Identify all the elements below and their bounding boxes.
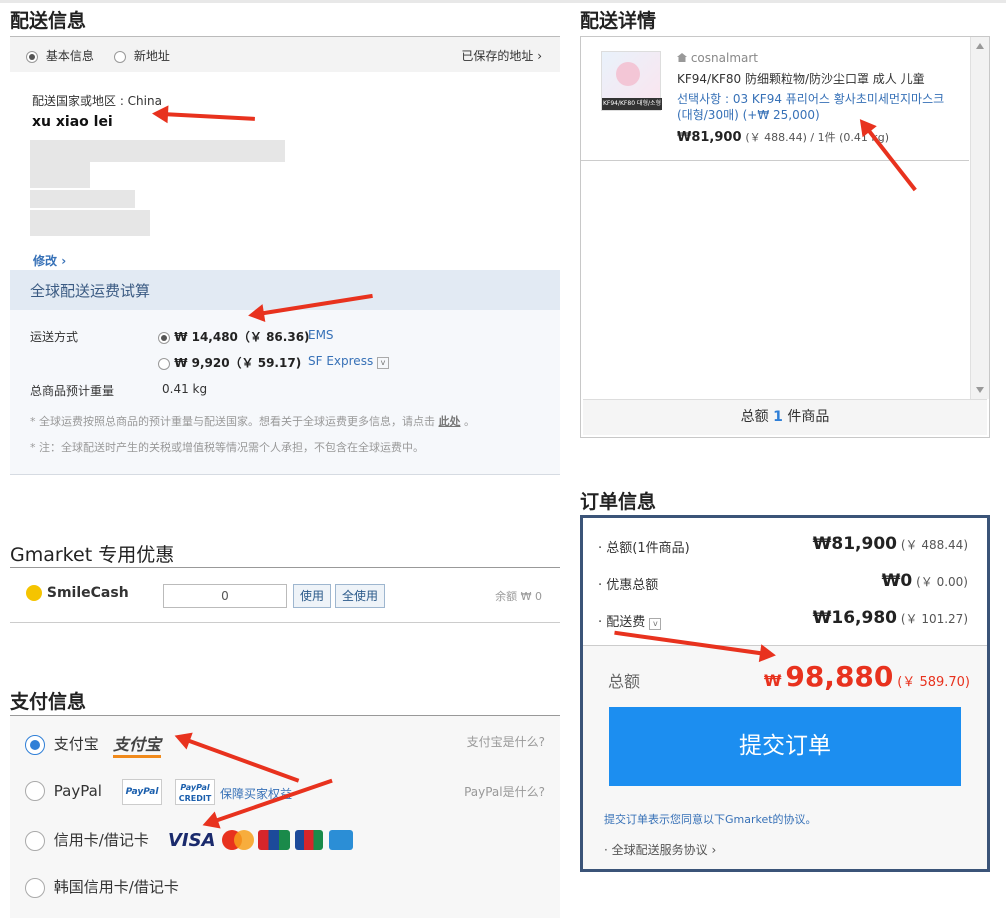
tab-basic-info[interactable]: 基本信息	[26, 47, 94, 64]
use-button[interactable]: 使用	[293, 584, 332, 608]
order-title: 订单信息	[580, 491, 657, 513]
visa-icon: VISA	[168, 830, 216, 851]
radio-korea-card[interactable]	[25, 877, 45, 898]
weight-value: 0.41 kg	[162, 382, 208, 396]
seller-link[interactable]: cosnalmart	[677, 51, 758, 65]
discount-title: Gmarket 专用优惠	[10, 544, 175, 566]
smile-icon	[26, 585, 42, 601]
discount-total-label: · 优惠总额	[598, 578, 659, 593]
mastercard-icon	[222, 830, 254, 850]
blurred-address-4	[30, 210, 150, 236]
detail-item-divider	[581, 160, 969, 161]
discount-divider-top	[10, 567, 560, 568]
discount-total-value: ₩0 (￥ 0.00)	[881, 571, 968, 591]
grand-total-value: ₩ 98,880 (￥ 589.70)	[763, 660, 970, 693]
jcb-icon	[295, 830, 323, 850]
grand-total-label: 总额	[608, 672, 641, 691]
unionpay-icon	[258, 830, 290, 850]
scroll-up-icon[interactable]	[976, 43, 984, 49]
agreement-text[interactable]: 提交订单表示您同意以下Gmarket的协议。	[604, 811, 817, 827]
radio-sf[interactable]	[158, 357, 170, 370]
pay-option-korea-card[interactable]: 韩国信用卡/借记卡	[25, 876, 179, 898]
blurred-address-3	[30, 190, 135, 208]
option-ems[interactable]: ₩ 14,480（￥ 86.36)	[158, 328, 310, 345]
edit-link[interactable]: 修改 ›	[33, 252, 66, 269]
subtotal-row-value: ₩81,900 (￥ 488.44)	[812, 534, 968, 554]
method-label: 运送方式	[30, 330, 79, 344]
annotation-arrow-country	[161, 112, 255, 121]
service-agreement-link[interactable]: · 全球配送服务协议 ›	[604, 841, 716, 858]
smilecash-balance: 余额 ₩ 0	[495, 590, 542, 603]
smilecash-input[interactable]: 0	[163, 584, 287, 608]
carrier-sf[interactable]: SF Express v	[308, 354, 390, 369]
product-price: ₩81,900	[677, 130, 742, 145]
subtotal-label: · 总额(1件商品)	[598, 541, 690, 556]
shipping-note-2: * 注：全球配送时产生的关税或增值税等情况需个人承担，不包含在全球运费中。	[30, 441, 424, 454]
option-line-1: 선택사항 : 03 KF94 퓨리어스 황사초미세먼지마스크	[677, 92, 945, 106]
radio-alipay[interactable]	[25, 734, 45, 755]
blurred-address-1	[30, 140, 285, 162]
detail-title: 配送详情	[580, 10, 657, 32]
shipping-note-1: * 全球运费按照总商品的预计重量与配送国家。想看关于全球运费更多信息，请点击 此…	[30, 415, 475, 428]
chevron-down-icon[interactable]: v	[377, 357, 390, 369]
detail-total: 总额 1 件商品	[583, 399, 987, 435]
pay-option-alipay[interactable]: 支付宝	[25, 733, 99, 755]
shop-icon	[677, 53, 687, 62]
pay-option-card[interactable]: 信用卡/借记卡	[25, 829, 149, 851]
here-link[interactable]: 此处	[439, 415, 461, 428]
shipping-calc-body: 运送方式 ₩ 14,480（￥ 86.36) EMS ₩ 9,920（￥ 59.…	[10, 310, 560, 475]
option-sf[interactable]: ₩ 9,920（￥ 59.17)	[158, 354, 301, 371]
paypal-logo: PayPal	[122, 779, 162, 805]
chevron-down-icon[interactable]: v	[649, 618, 662, 630]
shipping-fee-label: · 配送费 v	[598, 611, 662, 630]
tab-new-label: 新地址	[133, 49, 170, 63]
detail-box: KF94/KF80 대형/소형 cosnalmart KF94/KF80 防细颗…	[580, 36, 990, 438]
country-label: 配送国家或地区 : China	[32, 94, 162, 108]
discount-divider-bottom	[10, 622, 560, 623]
paypal-credit-logo: PayPal CREDIT	[175, 779, 215, 805]
radio-paypal[interactable]	[25, 781, 45, 801]
shipping-fee-value: ₩16,980 (￥ 101.27)	[812, 608, 968, 628]
alipay-logo: 支付宝	[113, 731, 162, 758]
carrier-ems: EMS	[308, 328, 334, 342]
smilecash-logo: SmileCash	[26, 585, 129, 601]
use-all-button[interactable]: 全使用	[335, 584, 386, 608]
radio-new[interactable]	[114, 50, 126, 63]
thumbnail-caption: KF94/KF80 대형/소형	[602, 98, 662, 110]
paypal-help-link[interactable]: PayPal是什么?	[464, 783, 545, 800]
submit-order-button[interactable]: 提交订单	[609, 707, 961, 786]
tab-basic-label: 基本信息	[45, 49, 94, 63]
tab-new-address[interactable]: 新地址	[114, 47, 170, 64]
alipay-help-link[interactable]: 支付宝是什么?	[467, 733, 545, 750]
amex-icon	[329, 830, 353, 850]
product-thumbnail[interactable]: KF94/KF80 대형/소형	[601, 51, 662, 111]
recipient-name: xu xiao lei	[32, 114, 113, 130]
option-line-2: (대형/30매) (+₩ 25,000)	[677, 108, 820, 122]
radio-basic[interactable]	[26, 50, 38, 63]
address-tabs: 基本信息 新地址 已保存的地址 ›	[10, 36, 560, 72]
weight-label: 总商品预计重量	[30, 384, 115, 398]
scroll-down-icon[interactable]	[976, 387, 984, 393]
saved-address-link[interactable]: 已保存的地址 ›	[461, 47, 542, 64]
radio-card[interactable]	[25, 830, 45, 851]
pay-option-paypal[interactable]: PayPal	[25, 781, 102, 801]
shipping-calc-title: 全球配送运费试算	[10, 270, 560, 310]
product-name[interactable]: KF94/KF80 防细颗粒物/防沙尘口罩 成人 儿童	[677, 70, 925, 87]
top-divider	[0, 0, 1006, 3]
radio-ems[interactable]	[158, 331, 170, 344]
blurred-address-2	[30, 162, 90, 188]
mask-illustration	[616, 62, 640, 86]
payment-title: 支付信息	[10, 691, 87, 713]
detail-scrollbar[interactable]	[970, 37, 989, 399]
shipping-info-title: 配送信息	[10, 10, 87, 32]
